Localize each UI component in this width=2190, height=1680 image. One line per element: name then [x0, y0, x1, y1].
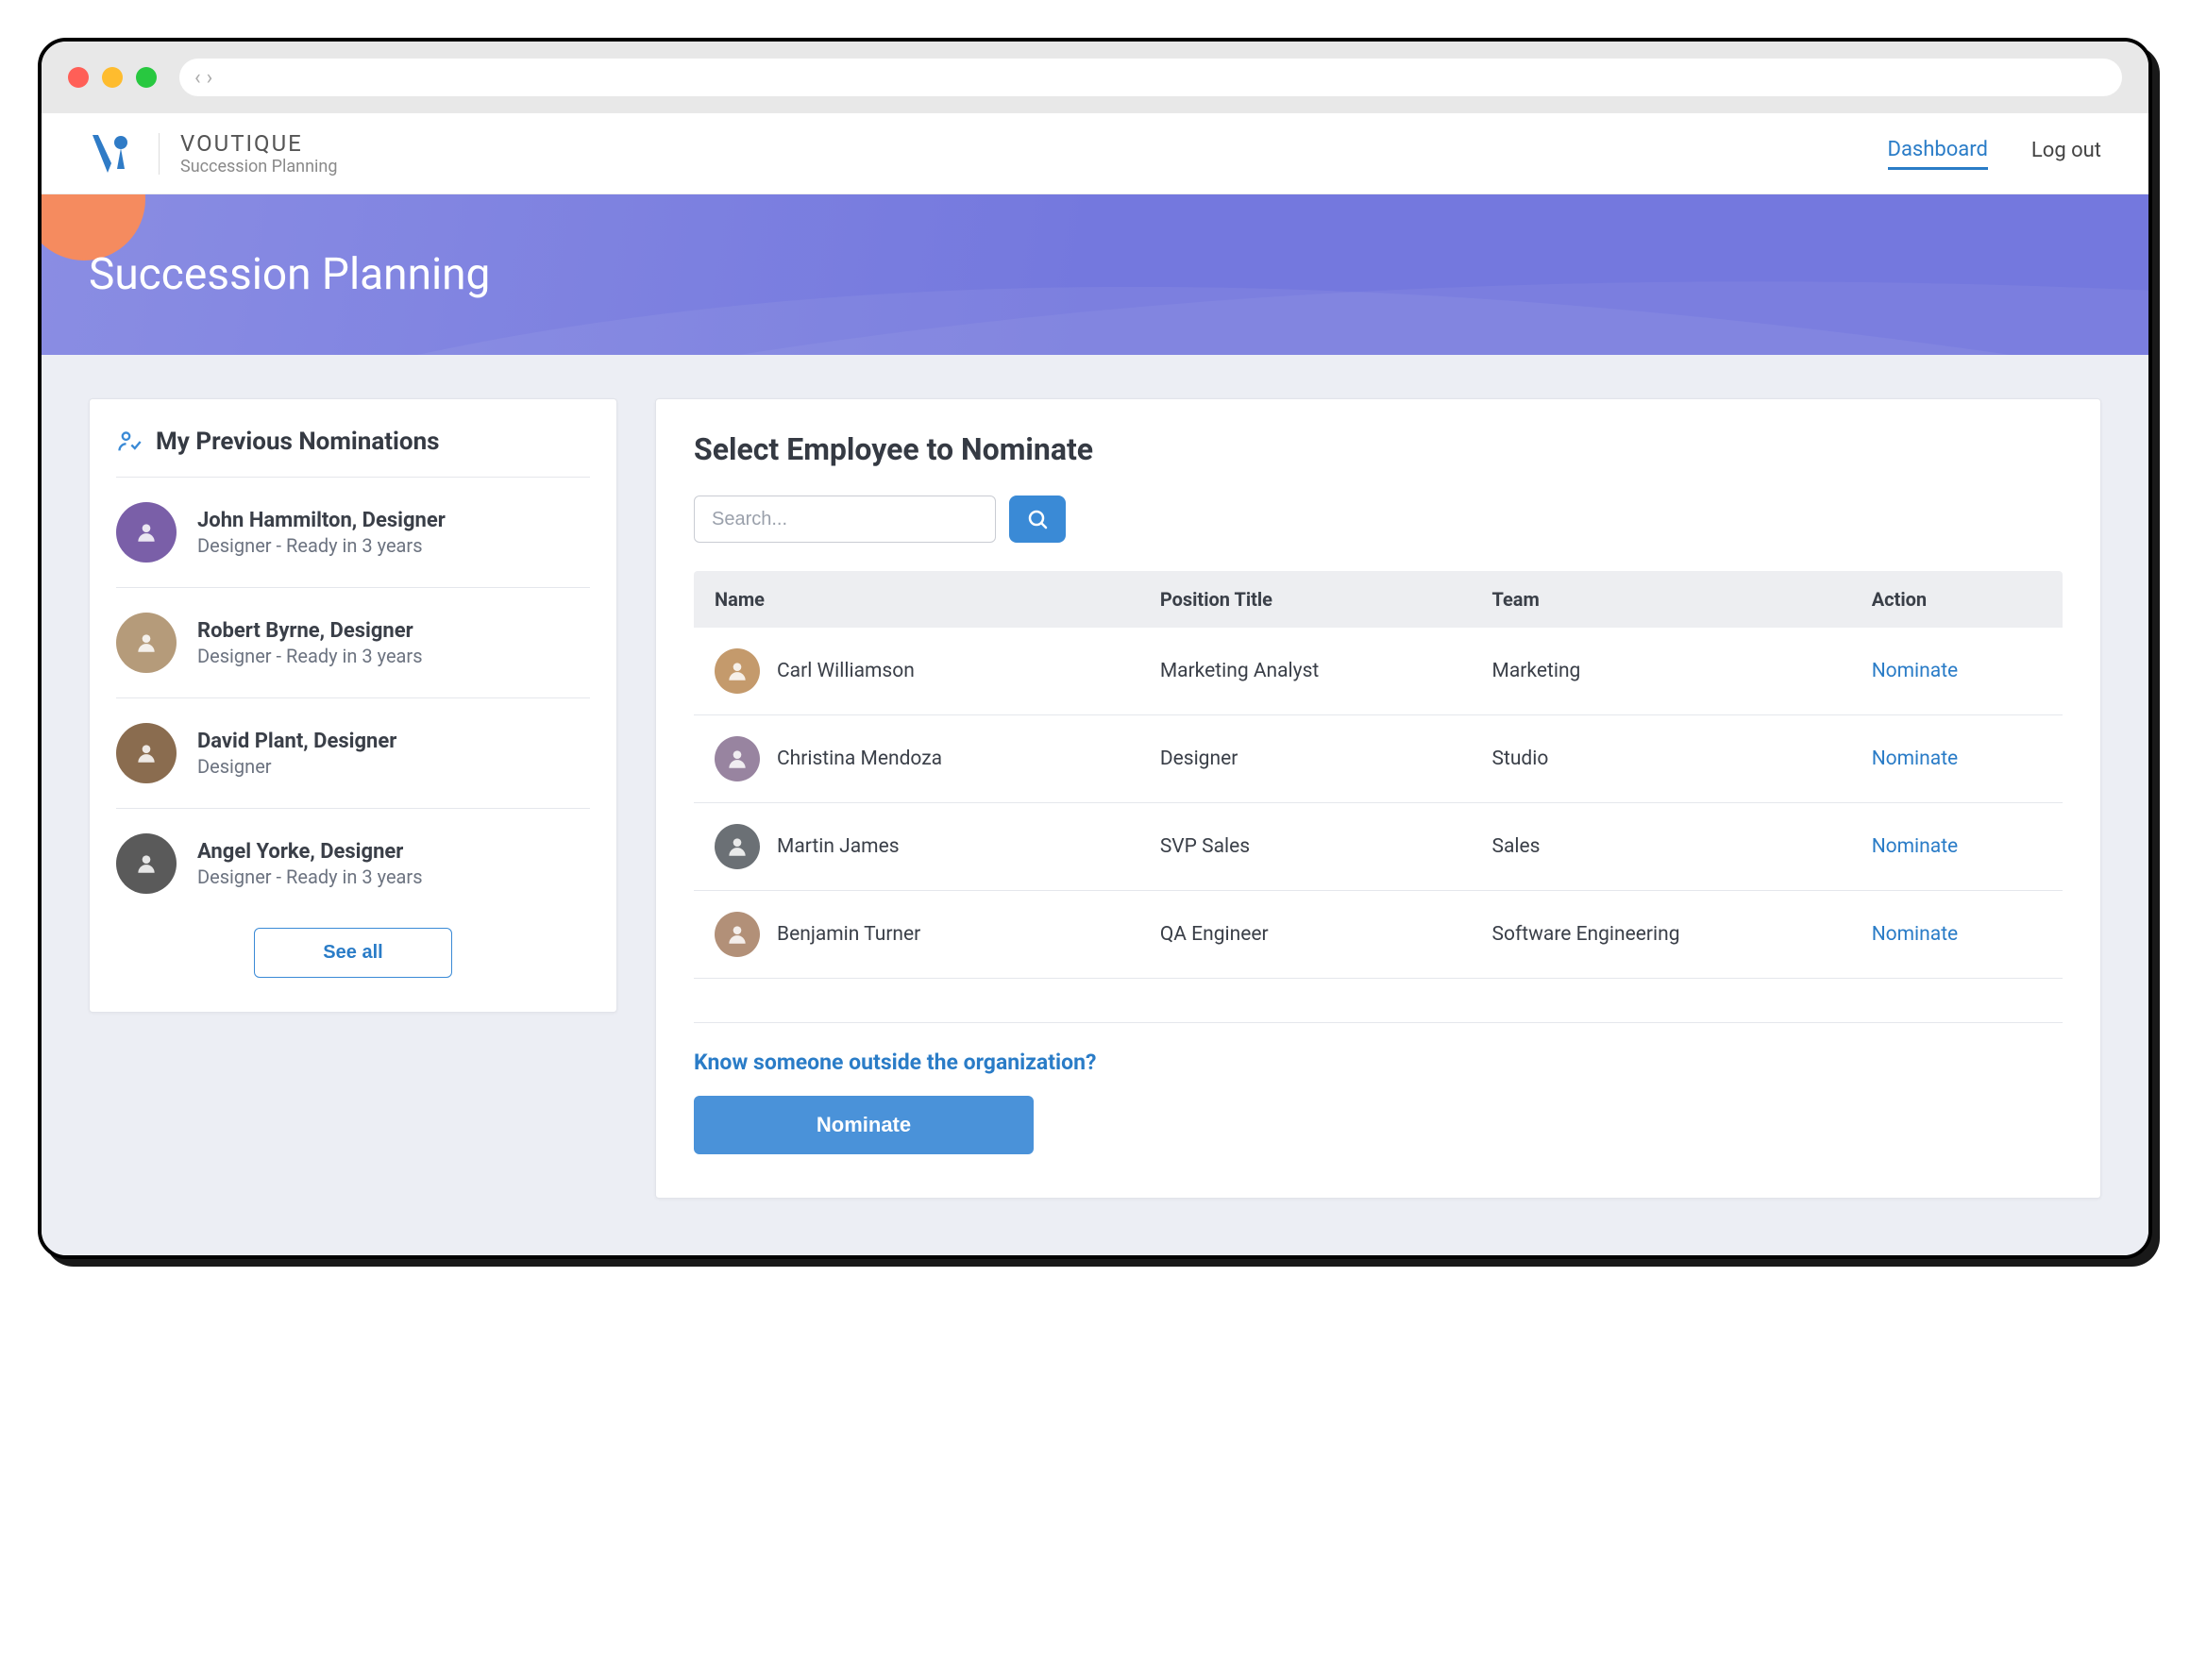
cell-name: Benjamin Turner: [694, 891, 1139, 979]
search-input[interactable]: [694, 496, 996, 543]
avatar: [715, 648, 760, 694]
nav-arrows: ‹ ›: [194, 66, 212, 90]
employee-table: Name Position Title Team Action Carl Wil…: [694, 571, 2063, 979]
nomination-subtitle: Designer - Ready in 3 years: [197, 645, 423, 667]
browser-window: ‹ › VOUTIQUE Succession Planning Dashboa…: [38, 38, 2152, 1259]
nomination-item[interactable]: David Plant, DesignerDesigner: [116, 698, 590, 809]
window-maximize-button[interactable]: [136, 67, 157, 88]
avatar: [116, 723, 177, 783]
nomination-subtitle: Designer - Ready in 3 years: [197, 534, 446, 557]
previous-nominations-title: My Previous Nominations: [156, 428, 440, 456]
cell-name: Christina Mendoza: [694, 715, 1139, 803]
nomination-text: John Hammilton, DesignerDesigner - Ready…: [197, 509, 446, 557]
brand-divider: [159, 133, 160, 175]
search-row: [694, 496, 2063, 543]
table-row: Christina Mendoza DesignerStudio Nominate: [694, 715, 2063, 803]
select-employee-title: Select Employee to Nominate: [694, 431, 2063, 467]
nav-links: Dashboard Log out: [1888, 138, 2101, 170]
employee-name: Christina Mendoza: [777, 748, 942, 770]
brand-subtitle: Succession Planning: [180, 157, 337, 176]
cell-team: Software Engineering: [1472, 891, 1851, 979]
employee-name: Benjamin Turner: [777, 923, 920, 946]
cell-position: Designer: [1139, 715, 1472, 803]
nomination-name: John Hammilton, Designer: [197, 509, 446, 532]
forward-arrow-icon[interactable]: ›: [207, 66, 213, 90]
cell-action: Nominate: [1851, 891, 2063, 979]
avatar: [715, 824, 760, 869]
nomination-item[interactable]: Robert Byrne, DesignerDesigner - Ready i…: [116, 588, 590, 698]
nomination-text: David Plant, DesignerDesigner: [197, 730, 396, 778]
content: My Previous Nominations John Hammilton, …: [42, 355, 2148, 1255]
cell-action: Nominate: [1851, 628, 2063, 715]
avatar: [116, 833, 177, 894]
table-row: Carl Williamson Marketing AnalystMarketin…: [694, 628, 2063, 715]
topbar: VOUTIQUE Succession Planning Dashboard L…: [42, 113, 2148, 194]
search-button[interactable]: [1009, 496, 1066, 543]
column-position: Position Title: [1139, 571, 1472, 628]
brand-name: VOUTIQUE: [180, 130, 337, 157]
avatar: [116, 613, 177, 673]
nomination-name: David Plant, Designer: [197, 730, 396, 753]
nav-logout[interactable]: Log out: [2031, 139, 2101, 168]
column-team: Team: [1472, 571, 1851, 628]
nominate-link[interactable]: Nominate: [1872, 660, 1959, 682]
avatar: [116, 502, 177, 563]
nominate-link[interactable]: Nominate: [1872, 748, 1959, 770]
nomination-subtitle: Designer - Ready in 3 years: [197, 865, 423, 888]
cell-position: QA Engineer: [1139, 891, 1472, 979]
user-check-icon: [116, 428, 143, 455]
table-row: Benjamin Turner QA EngineerSoftware Engin…: [694, 891, 2063, 979]
employee-name: Martin James: [777, 835, 900, 858]
nomination-item[interactable]: Angel Yorke, DesignerDesigner - Ready in…: [116, 809, 590, 918]
column-action: Action: [1851, 571, 2063, 628]
cell-position: Marketing Analyst: [1139, 628, 1472, 715]
cell-action: Nominate: [1851, 803, 2063, 891]
cell-team: Studio: [1472, 715, 1851, 803]
employee-name: Carl Williamson: [777, 660, 915, 682]
window-buttons: [68, 67, 157, 88]
nav-dashboard[interactable]: Dashboard: [1888, 138, 1988, 170]
see-all-button[interactable]: See all: [254, 928, 452, 978]
hero-banner: Succession Planning: [42, 194, 2148, 355]
nomination-name: Robert Byrne, Designer: [197, 619, 423, 643]
outside-organization-section: Know someone outside the organization? N…: [694, 1022, 2063, 1154]
cell-position: SVP Sales: [1139, 803, 1472, 891]
nominate-link[interactable]: Nominate: [1872, 835, 1959, 858]
window-minimize-button[interactable]: [102, 67, 123, 88]
nomination-text: Angel Yorke, DesignerDesigner - Ready in…: [197, 840, 423, 888]
cell-name: Carl Williamson: [694, 628, 1139, 715]
table-row: Martin James SVP SalesSales Nominate: [694, 803, 2063, 891]
page-title: Succession Planning: [89, 249, 490, 300]
nomination-item[interactable]: John Hammilton, DesignerDesigner - Ready…: [116, 478, 590, 588]
nomination-name: Angel Yorke, Designer: [197, 840, 423, 864]
column-name: Name: [694, 571, 1139, 628]
cell-action: Nominate: [1851, 715, 2063, 803]
nomination-subtitle: Designer: [197, 755, 396, 778]
url-bar[interactable]: ‹ ›: [179, 59, 2122, 96]
avatar: [715, 912, 760, 957]
brand-text: VOUTIQUE Succession Planning: [180, 130, 337, 176]
nomination-text: Robert Byrne, DesignerDesigner - Ready i…: [197, 619, 423, 667]
window-close-button[interactable]: [68, 67, 89, 88]
brand: VOUTIQUE Succession Planning: [89, 130, 337, 176]
outside-organization-link[interactable]: Know someone outside the organization?: [694, 1050, 2063, 1075]
nominate-button[interactable]: Nominate: [694, 1096, 1034, 1154]
avatar: [715, 736, 760, 781]
nominate-link[interactable]: Nominate: [1872, 923, 1959, 946]
cell-team: Marketing: [1472, 628, 1851, 715]
titlebar: ‹ ›: [42, 42, 2148, 113]
back-arrow-icon[interactable]: ‹: [194, 66, 201, 90]
previous-nominations-card: My Previous Nominations John Hammilton, …: [89, 398, 617, 1013]
logo-icon: [89, 131, 138, 176]
search-icon: [1026, 508, 1049, 530]
cell-team: Sales: [1472, 803, 1851, 891]
select-employee-card: Select Employee to Nominate Name: [655, 398, 2101, 1199]
cell-name: Martin James: [694, 803, 1139, 891]
previous-nominations-header: My Previous Nominations: [116, 428, 590, 478]
